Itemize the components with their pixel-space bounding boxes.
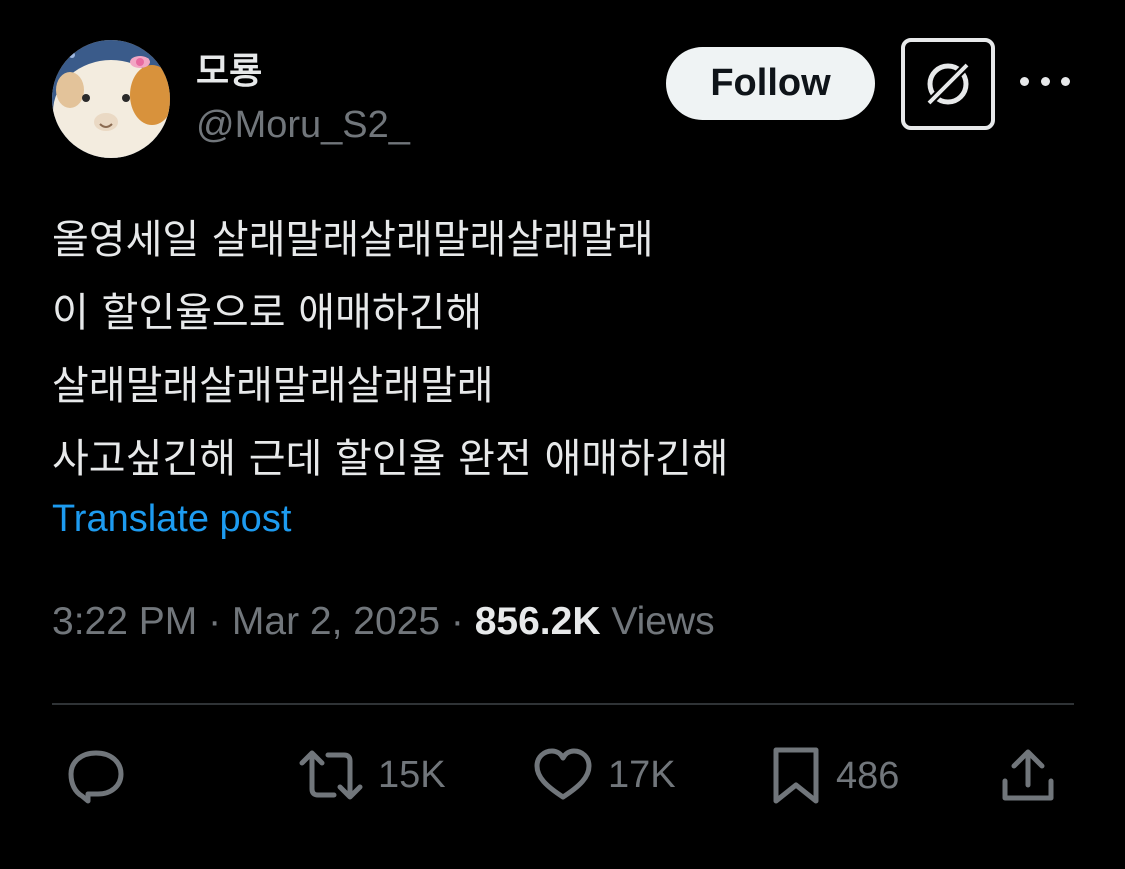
share-button[interactable] — [1000, 745, 1056, 805]
divider — [52, 703, 1074, 705]
repost-icon — [299, 750, 363, 800]
like-count: 17K — [608, 753, 676, 796]
post-text-line: 사고싶긴해 근데 할인율 완전 애매하긴해 — [52, 436, 729, 482]
follow-button[interactable]: Follow — [666, 47, 875, 120]
grok-button[interactable] — [901, 38, 995, 130]
share-icon — [1002, 749, 1054, 801]
views-count[interactable]: 856.2K — [475, 600, 601, 643]
grok-icon — [924, 60, 972, 108]
post-meta: 3:22 PM · Mar 2, 2025 · 856.2K Views — [52, 600, 715, 644]
like-button[interactable]: 17K — [532, 745, 676, 805]
more-icon — [1040, 76, 1050, 86]
bookmark-button[interactable]: 486 — [770, 745, 899, 807]
guinea-pig-avatar-icon — [52, 40, 170, 158]
post-text-line: 이 할인율으로 애매하긴해 — [52, 290, 483, 336]
translate-post-link[interactable]: Translate post — [52, 498, 291, 541]
post-date[interactable]: Mar 2, 2025 — [232, 600, 440, 643]
author-handle[interactable]: @Moru_S2_ — [196, 104, 410, 147]
post-time[interactable]: 3:22 PM — [52, 600, 197, 643]
more-icon — [1061, 76, 1070, 86]
author-display-name[interactable]: 모룡 — [196, 42, 262, 94]
post-text: 올영세일 살래말래살래말래살래말래 이 할인율으로 애매하긴해 살래말래살래말래… — [52, 204, 728, 496]
views-label[interactable]: Views — [600, 600, 714, 643]
more-button[interactable] — [1020, 66, 1070, 96]
reply-icon — [68, 750, 124, 804]
bookmark-count: 486 — [836, 754, 900, 797]
repost-button[interactable]: 15K — [298, 745, 446, 805]
heart-icon — [534, 748, 592, 800]
post-text-line: 올영세일 살래말래살래말래살래말래 — [52, 217, 654, 263]
meta-separator: · — [440, 600, 475, 643]
more-icon — [1020, 76, 1029, 86]
post-text-line: 살래말래살래말래살래말래 — [52, 363, 494, 409]
meta-separator: · — [197, 600, 232, 643]
repost-count: 15K — [378, 753, 446, 796]
avatar[interactable] — [52, 40, 170, 158]
bookmark-icon — [773, 747, 819, 804]
reply-button[interactable] — [66, 745, 126, 805]
